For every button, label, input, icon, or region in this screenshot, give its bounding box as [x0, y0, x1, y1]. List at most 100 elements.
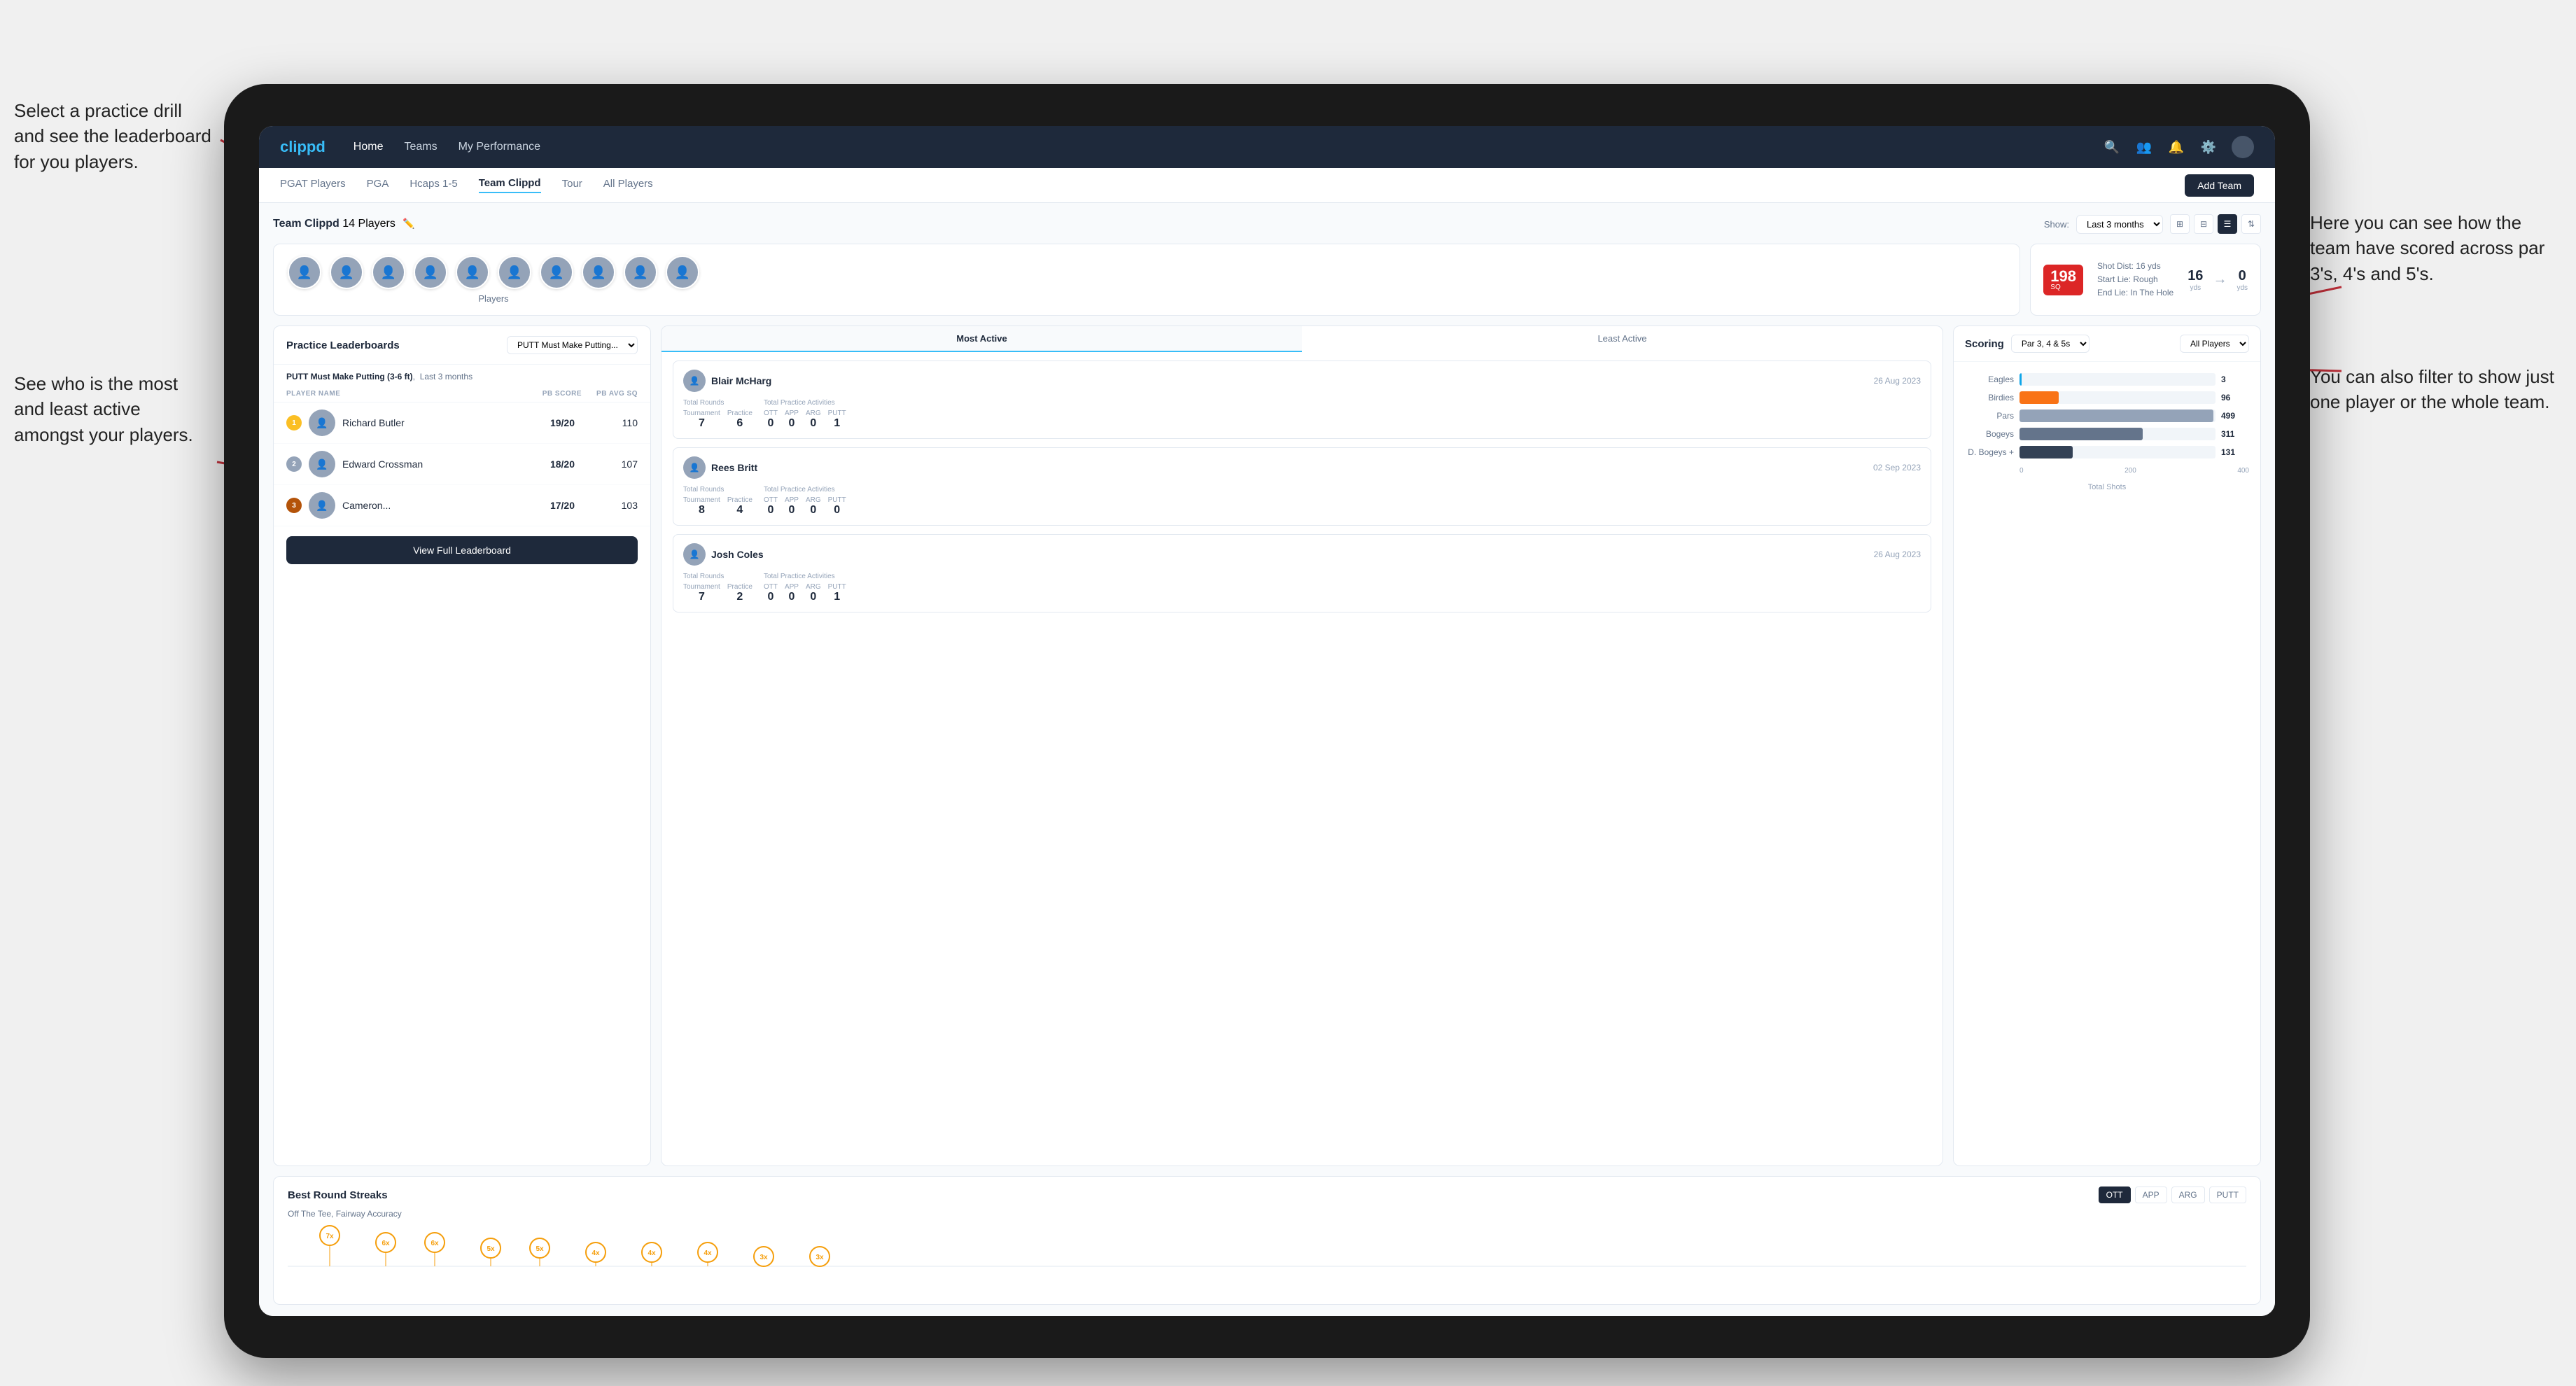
stat-group-practice-1: Total Practice Activities OTT 0 APP	[764, 399, 846, 430]
lb-score-2: 18/20	[519, 458, 575, 470]
lb-row-1[interactable]: 1 👤 Richard Butler 19/20 110	[274, 402, 650, 444]
yds-start-val: 16	[2188, 268, 2203, 284]
eagles-bar	[2019, 373, 2022, 386]
pars-bar	[2019, 410, 2213, 422]
player-avatar-2[interactable]: 👤	[330, 255, 363, 289]
players-row-card: 👤 👤 👤 👤 👤 👤 👤 👤 👤 👤 Players	[273, 244, 2020, 316]
svg-text:3x: 3x	[816, 1254, 824, 1261]
x-axis-400: 400	[2237, 467, 2249, 475]
app-stat-1: APP 0	[785, 410, 799, 430]
lb-row-2[interactable]: 2 👤 Edward Crossman 18/20 107	[274, 444, 650, 485]
player-avatar-3[interactable]: 👤	[372, 255, 405, 289]
view-icons: ⊞ ⊟ ☰ ⇅	[2170, 214, 2261, 234]
activity-name-3: Josh Coles	[711, 549, 764, 560]
rounds-label-2: Total Rounds	[683, 486, 752, 493]
svg-text:5x: 5x	[486, 1245, 495, 1253]
streak-arg-btn[interactable]: ARG	[2171, 1186, 2205, 1203]
scoring-header: Scoring Par 3, 4 & 5s All Players	[1954, 326, 2260, 362]
yds-end-val: 0	[2236, 268, 2248, 284]
team-title-group: Team Clippd 14 Players ✏️	[273, 218, 415, 230]
sub-nav-pgat[interactable]: PGAT Players	[280, 178, 346, 192]
player-avatar-4[interactable]: 👤	[414, 255, 447, 289]
birdies-value: 96	[2221, 393, 2249, 402]
app-label-2: APP	[785, 496, 799, 504]
tab-least-active[interactable]: Least Active	[1302, 326, 1942, 352]
tournament-stat-3: Tournament 7	[683, 583, 720, 603]
activity-item-2-header: 👤 Rees Britt 02 Sep 2023	[683, 456, 1921, 479]
drill-select[interactable]: PUTT Must Make Putting...	[507, 336, 638, 354]
streak-ott-btn[interactable]: OTT	[2099, 1186, 2131, 1203]
putt-value-1: 1	[828, 417, 846, 430]
all-players-filter-select[interactable]: All Players	[2180, 335, 2249, 353]
arg-label-2: ARG	[806, 496, 821, 504]
scoring-card: Scoring Par 3, 4 & 5s All Players Eagles	[1953, 326, 2261, 1166]
streaks-buttons: OTT APP ARG PUTT	[2099, 1186, 2246, 1203]
show-select[interactable]: Last 3 months	[2076, 215, 2163, 234]
arg-stat-3: ARG 0	[806, 583, 821, 603]
activity-player-2: 👤 Rees Britt	[683, 456, 757, 479]
chart-row-birdies: Birdies 96	[1965, 391, 2249, 404]
practice-stat-3: Practice 2	[727, 583, 752, 603]
practice-label-2: Practice	[727, 496, 752, 504]
search-icon[interactable]: 🔍	[2103, 138, 2121, 156]
dbogeys-value: 131	[2221, 447, 2249, 457]
player-avatar-10[interactable]: 👤	[666, 255, 699, 289]
player-count: 14 Players	[342, 218, 396, 230]
settings-icon[interactable]: ⚙️	[2199, 138, 2218, 156]
ott-label-1: OTT	[764, 410, 778, 417]
streak-app-btn[interactable]: APP	[2135, 1186, 2167, 1203]
sub-nav-hcaps[interactable]: Hcaps 1-5	[410, 178, 457, 192]
bogeys-label: Bogeys	[1965, 429, 2014, 439]
activity-item-3: 👤 Josh Coles 26 Aug 2023 Total Rounds	[673, 534, 1931, 612]
sort-view-btn[interactable]: ⇅	[2241, 214, 2261, 234]
activity-name-1: Blair McHarg	[711, 375, 771, 386]
sub-nav-all-players[interactable]: All Players	[603, 178, 653, 192]
lb-avatar-1: 👤	[309, 410, 335, 436]
svg-text:6x: 6x	[430, 1240, 439, 1247]
player-avatar-1[interactable]: 👤	[288, 255, 321, 289]
svg-text:7x: 7x	[326, 1233, 334, 1240]
svg-text:4x: 4x	[592, 1250, 600, 1257]
bell-icon[interactable]: 🔔	[2167, 138, 2185, 156]
avatar[interactable]	[2232, 136, 2254, 158]
lb-rank-3: 3	[286, 498, 302, 513]
lb-name-3: Cameron...	[342, 500, 512, 511]
add-team-button[interactable]: Add Team	[2185, 174, 2254, 197]
edit-icon[interactable]: ✏️	[402, 218, 414, 229]
rounds-label-1: Total Rounds	[683, 399, 752, 407]
grid-sm-view-btn[interactable]: ⊞	[2170, 214, 2190, 234]
player-avatar-5[interactable]: 👤	[456, 255, 489, 289]
putt-label-1: PUTT	[828, 410, 846, 417]
subtitle-period: Last 3 months	[420, 372, 472, 382]
sub-nav-pga[interactable]: PGA	[367, 178, 389, 192]
activity-date-3: 26 Aug 2023	[1874, 550, 1921, 559]
lb-row-3[interactable]: 3 👤 Cameron... 17/20 103	[274, 485, 650, 526]
player-avatar-6[interactable]: 👤	[498, 255, 531, 289]
sub-nav-team-clippd[interactable]: Team Clippd	[479, 177, 541, 193]
nav-teams[interactable]: Teams	[404, 141, 437, 153]
people-icon[interactable]: 👥	[2135, 138, 2153, 156]
grid-lg-view-btn[interactable]: ⊟	[2194, 214, 2213, 234]
nav-home[interactable]: Home	[354, 141, 384, 153]
activity-item-1: 👤 Blair McHarg 26 Aug 2023 Total Rounds	[673, 360, 1931, 439]
dbogeys-bar-container	[2019, 446, 2216, 458]
putt-label-2: PUTT	[828, 496, 846, 504]
player-avatar-9[interactable]: 👤	[624, 255, 657, 289]
practice-label-1: Practice	[727, 410, 752, 417]
streak-putt-btn[interactable]: PUTT	[2209, 1186, 2246, 1203]
player-avatar-7[interactable]: 👤	[540, 255, 573, 289]
tab-most-active[interactable]: Most Active	[662, 326, 1302, 352]
sub-nav-tour[interactable]: Tour	[562, 178, 582, 192]
view-full-leaderboard-button[interactable]: View Full Leaderboard	[286, 536, 638, 564]
practice-value-2: 4	[727, 504, 752, 517]
arg-stat-2: ARG 0	[806, 496, 821, 517]
activity-stats-3: Total Rounds Tournament 7 Practice	[683, 573, 1921, 603]
chart-row-dbogeys: D. Bogeys + 131	[1965, 446, 2249, 458]
nav-my-performance[interactable]: My Performance	[458, 141, 540, 153]
scoring-filter-select[interactable]: Par 3, 4 & 5s	[2011, 335, 2090, 353]
list-view-btn[interactable]: ☰	[2218, 214, 2237, 234]
activity-item-3-header: 👤 Josh Coles 26 Aug 2023	[683, 543, 1921, 566]
annotation-bottom-right: You can also filter to show just one pla…	[2310, 364, 2562, 415]
show-label: Show:	[2044, 219, 2069, 230]
player-avatar-8[interactable]: 👤	[582, 255, 615, 289]
